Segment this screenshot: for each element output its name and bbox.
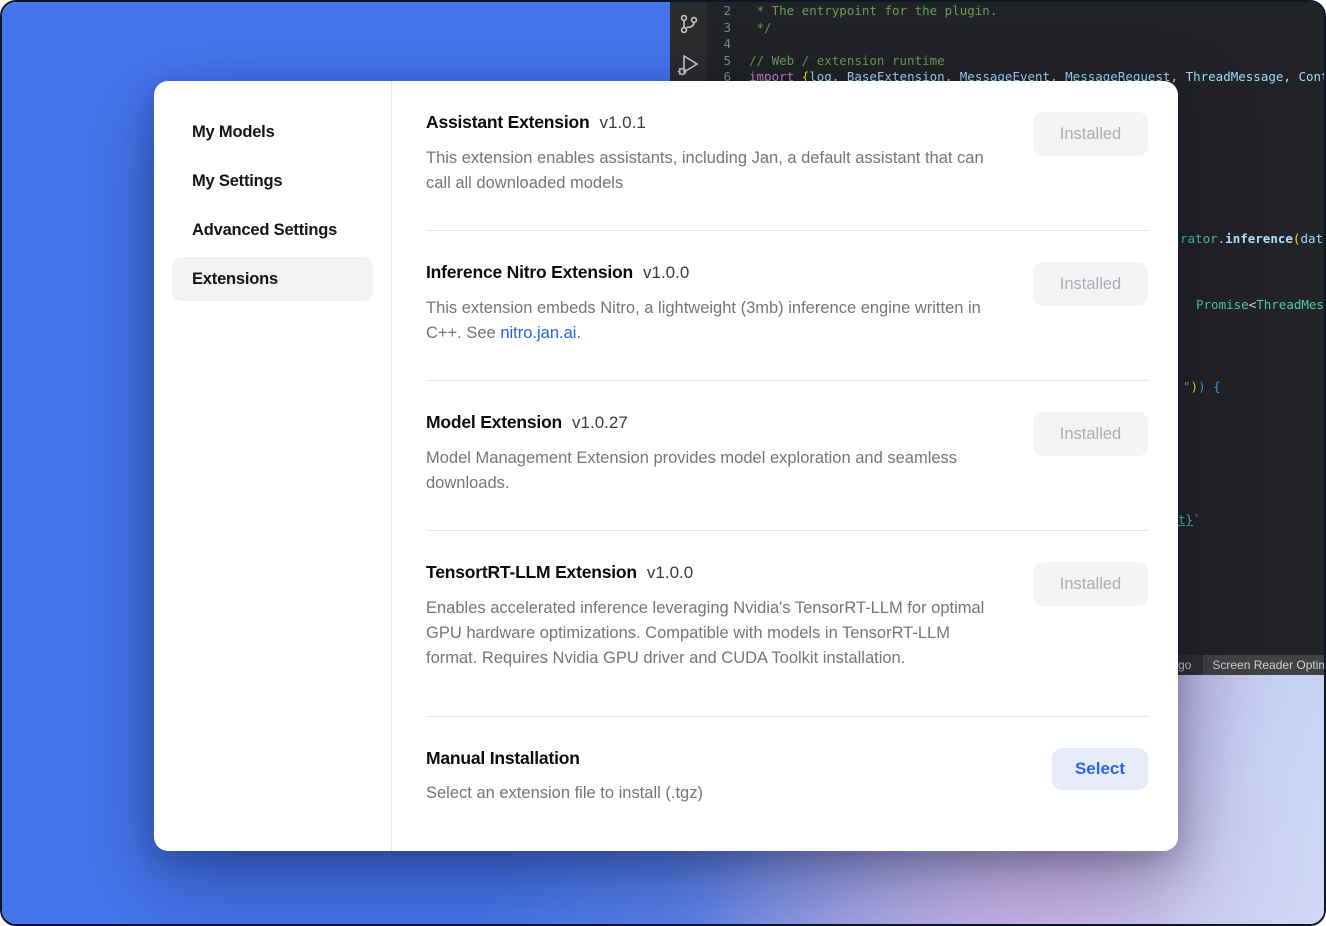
extension-version: v1.0.0 [643,263,689,282]
sidebar-item-extensions[interactable]: Extensions [172,257,373,301]
code-fragment: Promise<ThreadMessage> [1196,297,1324,314]
manual-installation-description: Select an extension file to install (.tg… [426,781,703,806]
description-text: Enables accelerated inference leveraging… [426,599,984,667]
settings-sidebar: My Models My Settings Advanced Settings Ext… [154,81,392,851]
extension-title: Inference Nitro Extensionv1.0.0 [426,259,1004,286]
code-token: t} [1178,512,1193,527]
extension-title: Model Extensionv1.0.27 [426,409,1004,436]
line-number: 4 [707,36,749,53]
installed-button[interactable]: Installed [1033,412,1148,456]
settings-modal: My Models My Settings Advanced Settings Ext… [154,81,1178,851]
description-text: This extension enables assistants, inclu… [426,149,984,192]
code-fragment: ")) { [1183,379,1221,396]
extension-title: TensortRT-LLM Extensionv1.0.0 [426,559,1004,586]
app-window: 2 * The entrypoint for the plugin.3 */45… [0,0,1326,926]
code-token: Promise [1196,297,1249,312]
code-token: ) [1191,379,1199,394]
extension-description: Enables accelerated inference leveraging… [426,596,1004,671]
extension-description: Model Management Extension provides mode… [426,446,1004,496]
code-token: ThreadMessage [1256,297,1324,312]
code-token: * The entrypoint for the plugin. [749,3,997,18]
manual-installation-row: Manual Installation Select an extension … [426,717,1148,826]
code-token: // Web / extension runtime [749,53,945,68]
code-token: ` [1193,512,1201,527]
code-token: , [1171,69,1186,84]
code-lines: 2 * The entrypoint for the plugin.3 */45… [707,3,1324,86]
sidebar-item-my-settings[interactable]: My Settings [172,159,373,203]
extension-title: Assistant Extensionv1.0.1 [426,109,1004,136]
code-token: ) [1198,379,1213,394]
status-left-text: go [1178,658,1191,672]
extension-version: v1.0.0 [647,563,693,582]
sidebar-item-my-models[interactable]: My Models [172,110,373,154]
nitro-jan-ai-link[interactable]: nitro.jan.ai. [500,324,581,342]
extension-text: Inference Nitro Extensionv1.0.0 This exte… [426,259,1004,346]
code-fragment: t}` [1178,512,1201,529]
code-token: inference [1225,231,1293,246]
code-line: 3 */ [707,20,1324,37]
line-number: 5 [707,53,749,70]
extension-version: v1.0.1 [599,113,645,132]
extensions-panel: Assistant Extensionv1.0.1 This extension … [392,81,1178,851]
extension-row: Inference Nitro Extensionv1.0.0 This exte… [426,231,1148,381]
source-control-icon[interactable] [677,12,701,36]
extension-row: Assistant Extensionv1.0.1 This extension … [426,81,1148,231]
code-token: ContentType [1298,69,1324,84]
installed-button[interactable]: Installed [1033,562,1148,606]
sidebar-item-advanced-settings[interactable]: Advanced Settings [172,208,373,252]
code-line: 2 * The entrypoint for the plugin. [707,3,1324,20]
screen-reader-status[interactable]: Screen Reader Optimized [1203,655,1326,675]
extension-row: Model Extensionv1.0.27 Model Management E… [426,381,1148,531]
description-text: Model Management Extension provides mode… [426,449,957,492]
code-token: ThreadMessage [1186,69,1284,84]
code-line: 4 [707,36,1324,53]
code-fragment: rator.inference(data)); [1180,231,1324,248]
extension-text: Model Extensionv1.0.27 Model Management E… [426,409,1004,496]
installed-button[interactable]: Installed [1033,112,1148,156]
code-token: data [1300,231,1324,246]
code-token: rator [1180,231,1218,246]
extension-version: v1.0.27 [572,413,628,432]
extension-description: This extension embeds Nitro, a lightweig… [426,296,1004,346]
code-token: " [1183,379,1191,394]
manual-installation-title: Manual Installation [426,745,703,771]
extension-text: TensortRT-LLM Extensionv1.0.0 Enables acc… [426,559,1004,671]
extension-description: This extension enables assistants, inclu… [426,146,1004,196]
code-line: 5// Web / extension runtime [707,53,1324,70]
run-debug-icon[interactable] [676,52,702,78]
line-number: 2 [707,3,749,20]
select-file-button[interactable]: Select [1052,748,1148,790]
code-token: { [1213,379,1221,394]
code-token: */ [749,20,772,35]
extension-text: Assistant Extensionv1.0.1 This extension … [426,109,1004,196]
line-number: 3 [707,20,749,37]
installed-button[interactable]: Installed [1033,262,1148,306]
manual-installation-text: Manual Installation Select an extension … [426,745,703,806]
code-token: , [1283,69,1298,84]
extension-row: TensortRT-LLM Extensionv1.0.0 Enables acc… [426,531,1148,717]
